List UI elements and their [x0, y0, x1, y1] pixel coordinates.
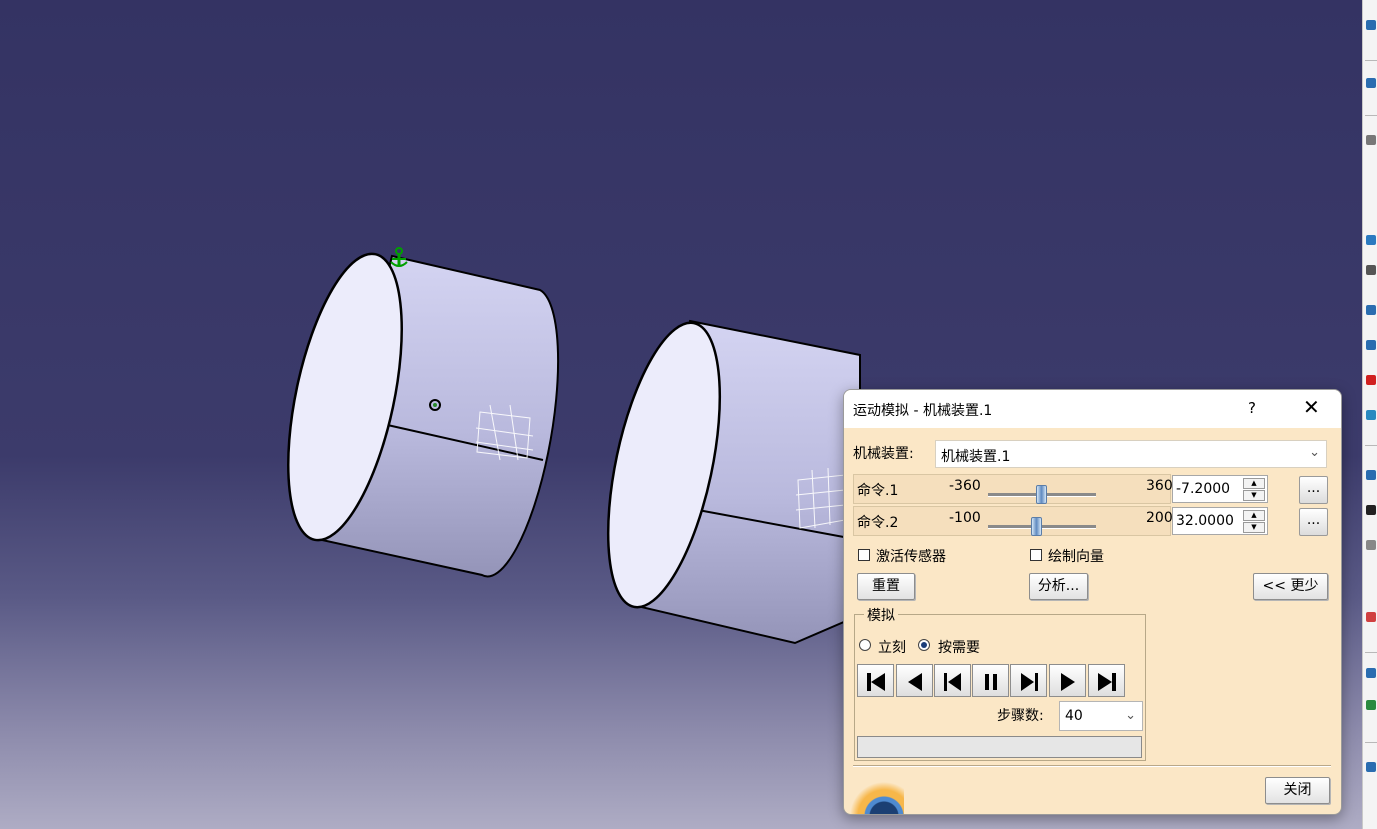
toolbar-separator [1365, 115, 1377, 116]
command-value-input[interactable]: 32.0000 ▲ ▼ [1172, 507, 1268, 535]
catia-logo [844, 776, 904, 814]
pause-icon [985, 674, 997, 690]
chevron-down-icon: ⌄ [1125, 708, 1136, 723]
command-min: -100 [949, 510, 981, 526]
toolbar-tool-icon[interactable] [1366, 612, 1376, 622]
toolbar-tool-icon[interactable] [1366, 20, 1376, 30]
toolbar-separator [1365, 742, 1377, 743]
step-forward-button[interactable] [1010, 664, 1047, 697]
skip-end-icon [1098, 673, 1116, 691]
less-button[interactable]: << 更少 [1253, 573, 1328, 600]
toolbar-tool-icon[interactable] [1366, 700, 1376, 710]
jump-to-end-button[interactable] [1088, 664, 1125, 697]
mechanism-value: 机械装置.1 [941, 449, 1011, 465]
command-min: -360 [949, 478, 981, 494]
steps-value: 40 [1065, 708, 1083, 724]
play-forward-icon [1061, 673, 1075, 691]
immediate-radio[interactable] [859, 639, 871, 651]
activate-sensors-checkbox[interactable] [858, 549, 870, 561]
command-slider[interactable] [988, 485, 1096, 504]
command-slider[interactable] [988, 517, 1096, 536]
toolbar-tool-icon[interactable] [1366, 265, 1376, 275]
command-max: 360 [1146, 478, 1173, 494]
spin-down-icon[interactable]: ▼ [1243, 522, 1265, 533]
divider [853, 765, 1331, 767]
toolbar-tool-icon[interactable] [1366, 540, 1376, 550]
simulation-legend: 模拟 [864, 605, 898, 625]
help-button[interactable]: ? [1248, 399, 1256, 417]
chevron-down-icon: ⌄ [1309, 445, 1320, 460]
command-value: -7.2000 [1176, 481, 1231, 497]
command-row-1: 命令.1 -360 360 [853, 474, 1173, 504]
command-more-button[interactable]: ... [1299, 508, 1328, 536]
mechanism-label: 机械装置: [853, 446, 914, 462]
on-request-label: 按需要 [938, 640, 980, 656]
command-row-2: 命令.2 -100 200 [853, 506, 1173, 536]
play-forward-button[interactable] [1049, 664, 1086, 697]
skip-start-icon [867, 673, 885, 691]
toolbar-separator [1365, 60, 1377, 61]
command-more-button[interactable]: ... [1299, 476, 1328, 504]
on-request-radio[interactable] [918, 639, 930, 651]
draw-vectors-label: 绘制向量 [1048, 549, 1104, 565]
cylinder-part-2[interactable] [587, 313, 861, 645]
simulation-dialog: 运动模拟 - 机械装置.1 ? ✕ 机械装置: 机械装置.1 ⌄ 命令.1 -3… [843, 389, 1342, 815]
right-toolbar [1362, 0, 1377, 829]
toolbar-tool-icon[interactable] [1366, 375, 1376, 385]
toolbar-tool-icon[interactable] [1366, 135, 1376, 145]
activate-sensors-label: 激活传感器 [876, 549, 946, 565]
spin-up-icon[interactable]: ▲ [1243, 510, 1265, 521]
toolbar-tool-icon[interactable] [1366, 505, 1376, 515]
command-max: 200 [1146, 510, 1173, 526]
immediate-label: 立刻 [878, 640, 906, 656]
toolbar-tool-icon[interactable] [1366, 235, 1376, 245]
close-button[interactable]: 关闭 [1265, 777, 1330, 804]
play-backward-button[interactable] [896, 664, 933, 697]
pause-button[interactable] [972, 664, 1009, 697]
toolbar-tool-icon[interactable] [1366, 470, 1376, 480]
analysis-button[interactable]: 分析... [1029, 573, 1088, 600]
slider-thumb[interactable] [1035, 485, 1047, 504]
reset-button[interactable]: 重置 [857, 573, 915, 600]
spin-up-icon[interactable]: ▲ [1243, 478, 1265, 489]
spin-down-icon[interactable]: ▼ [1243, 490, 1265, 501]
step-backward-button[interactable] [934, 664, 971, 697]
command-value: 32.0000 [1176, 513, 1234, 529]
cylinder-part-1[interactable] [267, 244, 560, 578]
mechanism-select[interactable]: 机械装置.1 ⌄ [935, 440, 1327, 468]
step-forward-icon [1021, 673, 1038, 691]
steps-select[interactable]: 40 ⌄ [1059, 701, 1143, 731]
toolbar-tool-icon[interactable] [1366, 410, 1376, 420]
command-name: 命令.1 [857, 483, 899, 499]
command-value-input[interactable]: -7.2000 ▲ ▼ [1172, 475, 1268, 503]
draw-vectors-checkbox[interactable] [1030, 549, 1042, 561]
steps-label: 步骤数: [997, 708, 1044, 724]
toolbar-tool-icon[interactable] [1366, 762, 1376, 772]
simulation-progress-bar [857, 736, 1142, 758]
toolbar-separator [1365, 445, 1377, 446]
dialog-title: 运动模拟 - 机械装置.1 [853, 403, 993, 419]
close-icon[interactable]: ✕ [1303, 397, 1320, 417]
play-backward-icon [908, 673, 922, 691]
toolbar-separator [1365, 652, 1377, 653]
step-backward-icon [944, 673, 961, 691]
toolbar-tool-icon[interactable] [1366, 305, 1376, 315]
toolbar-tool-icon[interactable] [1366, 78, 1376, 88]
toolbar-tool-icon[interactable] [1366, 668, 1376, 678]
toolbar-tool-icon[interactable] [1366, 340, 1376, 350]
slider-thumb[interactable] [1030, 517, 1042, 536]
command-name: 命令.2 [857, 515, 899, 531]
jump-to-start-button[interactable] [857, 664, 894, 697]
dialog-titlebar[interactable]: 运动模拟 - 机械装置.1 ? ✕ [844, 390, 1341, 428]
